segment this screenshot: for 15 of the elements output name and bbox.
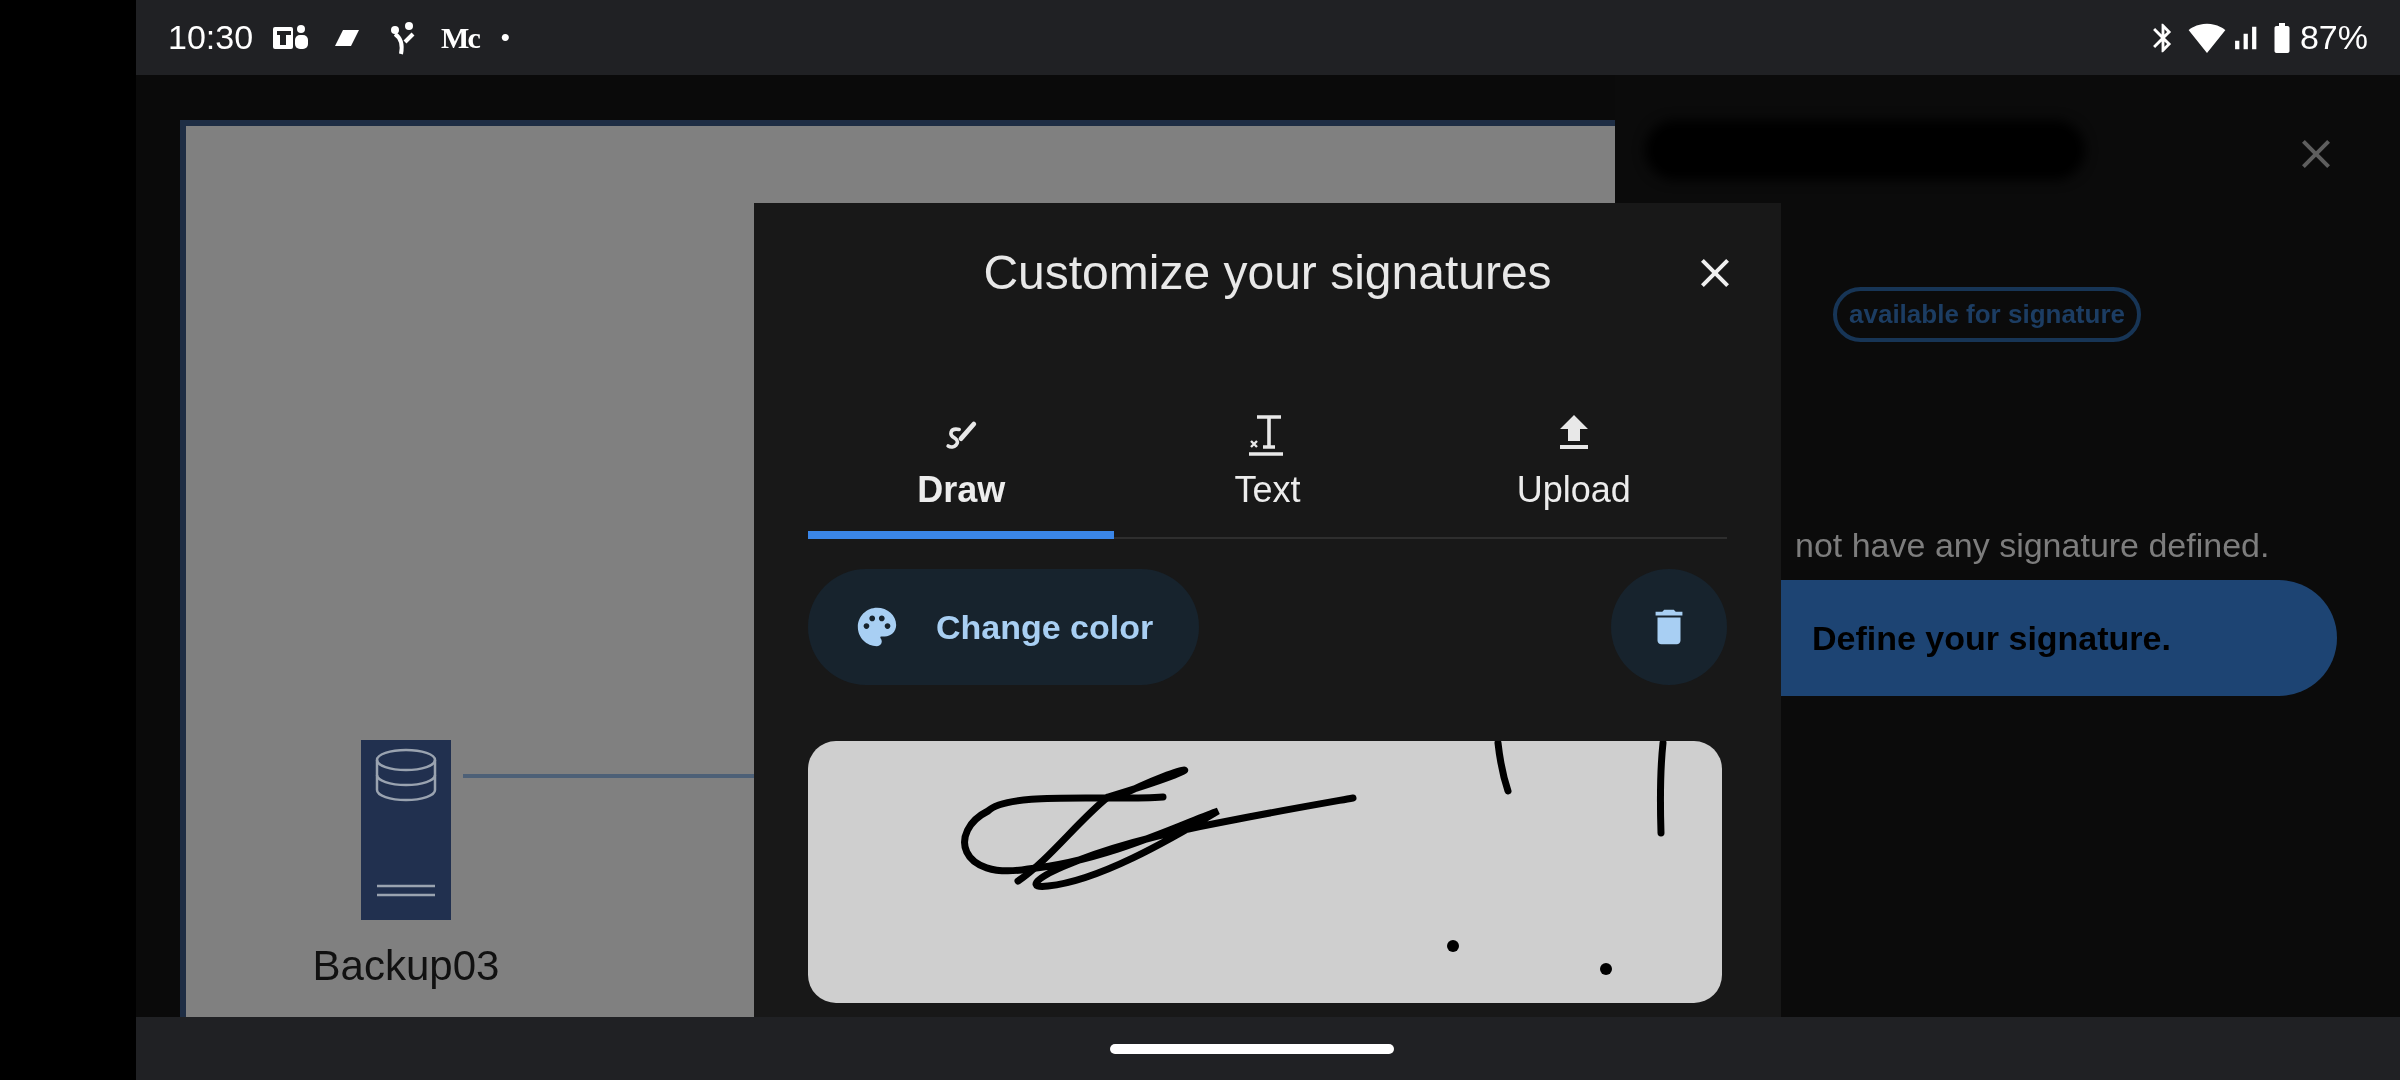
tab[interactable]: Upload <box>1420 393 1727 539</box>
battery-percentage: 87% <box>2299 17 2368 58</box>
status-badge: available for signature <box>1833 287 2141 342</box>
change-color-button[interactable]: Change color <box>808 569 1200 685</box>
empty-message: not have any signature defined. <box>1795 525 2270 566</box>
node-label: Backup03 <box>312 941 500 991</box>
database-server-icon <box>361 740 451 920</box>
dialog-title: Customize your signatures <box>983 245 1552 301</box>
notification-text: Mc <box>441 20 479 56</box>
more-notifications-dot: • <box>500 21 510 54</box>
tab[interactable]: Draw <box>808 393 1115 539</box>
tab[interactable]: Text <box>1114 393 1421 539</box>
parallelogram-icon <box>333 27 362 48</box>
home-indicator[interactable] <box>1110 1043 1394 1054</box>
clock-time: 10:30 <box>168 17 254 58</box>
